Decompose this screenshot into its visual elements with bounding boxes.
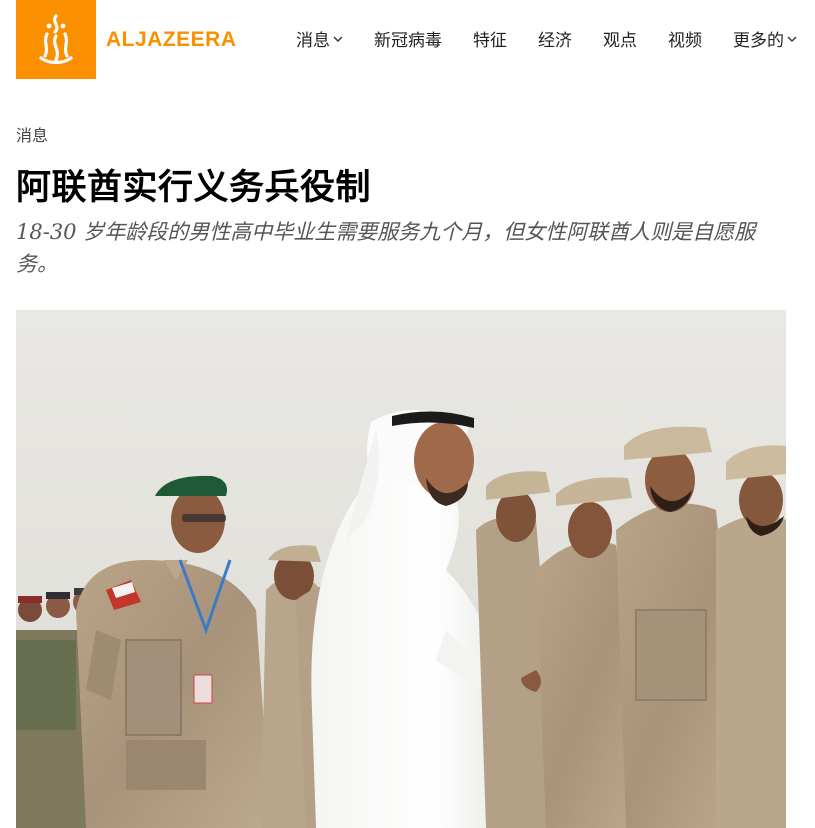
aljazeera-logo[interactable]: ALJAZEERA xyxy=(16,0,237,79)
nav-item-label: 视频 xyxy=(668,31,702,51)
nav-item-label: 特征 xyxy=(473,31,507,51)
article-title: 阿联酋实行义务兵役制 xyxy=(16,168,372,208)
hero-photo xyxy=(16,310,786,828)
nav-item-label: 消息 xyxy=(296,31,330,51)
aljazeera-emblem-icon xyxy=(16,0,96,79)
article-category-link[interactable]: 消息 xyxy=(16,122,48,146)
brand-name: ALJAZEERA xyxy=(106,27,237,51)
hero-photo-illustration xyxy=(16,409,786,828)
nav-item-covid[interactable]: 新冠病毒 xyxy=(374,26,442,51)
nav-item-label: 观点 xyxy=(603,31,637,51)
chevron-down-icon xyxy=(333,36,343,42)
nav-item-opinion[interactable]: 观点 xyxy=(603,26,637,51)
nav-item-label: 更多的 xyxy=(733,31,784,51)
nav-item-features[interactable]: 特征 xyxy=(473,26,507,51)
article-subtitle: 18-30 岁年龄段的男性高中毕业生需要服务九个月，但女性阿联酋人则是自愿服务。 xyxy=(16,220,756,276)
main-nav: 消息 新冠病毒 特征 经济 观点 视频 更多的 xyxy=(296,26,797,51)
nav-item-news[interactable]: 消息 xyxy=(296,26,343,51)
nav-item-economy[interactable]: 经济 xyxy=(538,26,572,51)
nav-item-label: 新冠病毒 xyxy=(374,31,442,51)
nav-item-video[interactable]: 视频 xyxy=(668,26,702,51)
nav-item-more[interactable]: 更多的 xyxy=(733,26,797,51)
nav-item-label: 经济 xyxy=(538,31,572,51)
chevron-down-icon xyxy=(787,36,797,42)
site-header: ALJAZEERA 消息 新冠病毒 特征 经济 观点 视频 更多的 xyxy=(0,0,815,80)
